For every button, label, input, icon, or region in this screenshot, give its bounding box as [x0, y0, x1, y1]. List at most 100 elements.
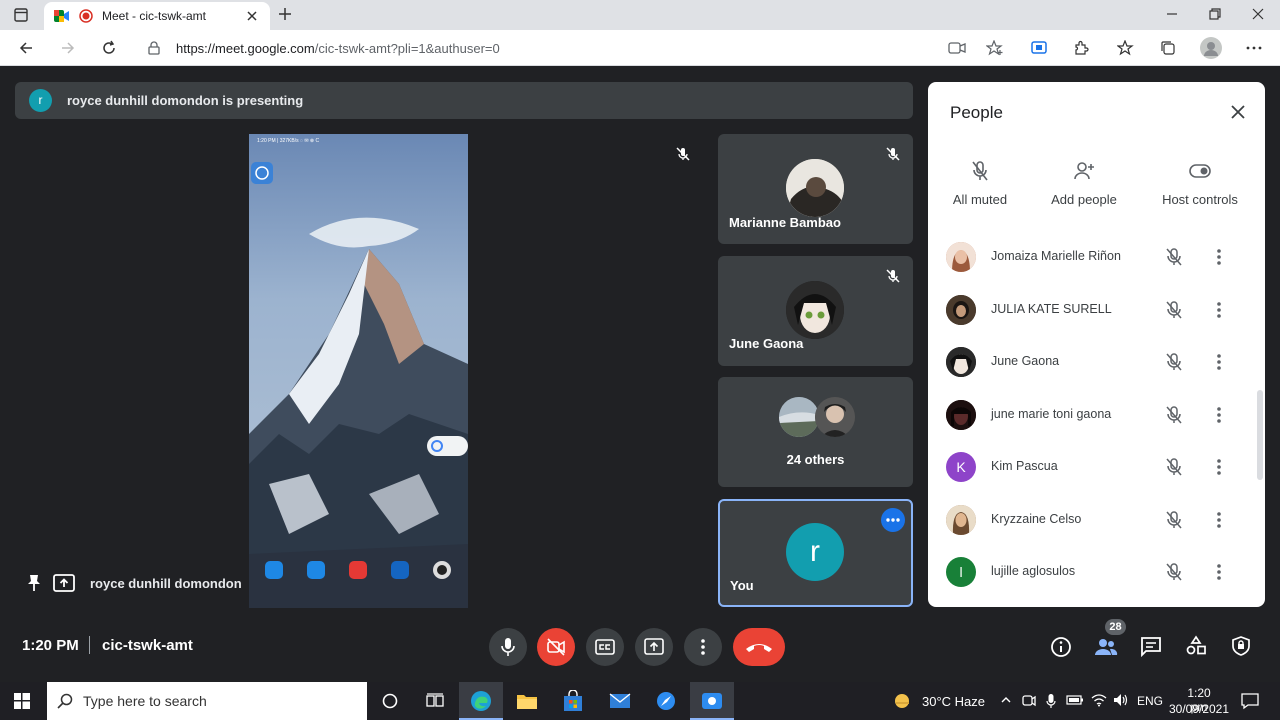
tile-name: You	[730, 578, 754, 593]
participant-row[interactable]: JULIA KATE SURELL	[928, 285, 1258, 335]
host-controls-action[interactable]: Host controls	[1150, 160, 1250, 207]
pin-icon[interactable]	[26, 574, 42, 592]
people-count-badge: 28	[1105, 619, 1126, 635]
capture-app-icon[interactable]	[690, 682, 734, 720]
file-explorer-icon[interactable]	[516, 691, 538, 711]
participant-avatar: l	[946, 557, 976, 587]
notifications-icon[interactable]	[1241, 692, 1259, 710]
wifi-icon[interactable]	[1091, 693, 1107, 707]
mic-off-icon[interactable]	[1164, 300, 1184, 320]
activities-icon[interactable]	[1185, 635, 1207, 657]
presenter-avatar: r	[29, 89, 52, 112]
more-vert-icon[interactable]	[1214, 510, 1224, 530]
present-screen-icon[interactable]	[53, 574, 75, 592]
language-indicator[interactable]: ENG	[1137, 694, 1163, 708]
meeting-details-icon[interactable]	[1050, 636, 1072, 658]
host-controls-icon[interactable]	[1230, 635, 1252, 657]
close-panel-icon[interactable]	[1230, 104, 1246, 120]
add-favorite-icon[interactable]	[986, 40, 1004, 56]
camera-in-use-icon[interactable]	[948, 41, 966, 55]
new-tab-icon[interactable]	[278, 7, 292, 21]
chat-icon[interactable]	[1140, 636, 1162, 658]
participant-row[interactable]: Kryzzaine Celso	[928, 495, 1258, 545]
screen-cast-icon[interactable]	[1031, 40, 1047, 56]
address-bar[interactable]: https://meet.google.com/cic-tswk-amt?pli…	[136, 34, 1003, 62]
close-tab-icon[interactable]	[246, 10, 258, 22]
volume-icon[interactable]	[1113, 693, 1129, 707]
minimize-window-icon[interactable]	[1166, 8, 1178, 20]
mail-icon[interactable]	[609, 692, 631, 710]
forward-icon[interactable]	[60, 40, 76, 56]
browser-tab-meet[interactable]: Meet - cic-tswk-amt	[44, 2, 270, 30]
extensions-icon[interactable]	[1073, 40, 1089, 56]
weather-text[interactable]: 30°C Haze	[922, 694, 985, 709]
mic-off-icon[interactable]	[1164, 562, 1184, 582]
store-icon[interactable]	[563, 690, 583, 712]
more-vert-icon[interactable]	[1214, 405, 1224, 425]
url-text[interactable]: https://meet.google.com/cic-tswk-amt?pli…	[176, 41, 500, 56]
profile-avatar[interactable]	[1200, 37, 1222, 59]
meeting-time: 1:20 PM	[22, 637, 79, 654]
close-window-icon[interactable]	[1252, 8, 1264, 20]
more-options-button[interactable]	[684, 628, 722, 666]
windows-taskbar: Type here to search 30°C Haze ENG 1:20 p…	[0, 682, 1280, 720]
mountain-wallpaper	[249, 134, 468, 608]
task-view-icon[interactable]	[426, 693, 444, 709]
lock-icon[interactable]	[148, 41, 160, 55]
hang-up-icon	[746, 644, 772, 652]
edge-taskbar-icon[interactable]	[459, 682, 503, 720]
settings-more-icon[interactable]	[1246, 40, 1262, 56]
mic-off-icon[interactable]	[1164, 247, 1184, 267]
taskbar-date[interactable]: 30/09/2021	[1168, 702, 1230, 716]
tile-options-icon[interactable]	[881, 508, 905, 532]
participant-tile-you[interactable]: r You	[718, 499, 913, 607]
battery-icon[interactable]	[1066, 694, 1084, 706]
mic-off-icon[interactable]	[1164, 510, 1184, 530]
participant-row[interactable]: l lujille aglosulos	[928, 547, 1258, 597]
all-muted-action[interactable]: All muted	[930, 160, 1030, 207]
participant-row[interactable]: June Gaona	[928, 337, 1258, 387]
shared-screen[interactable]: 1:20 PM | 327KB/s ◌ ✉ ⊗ C	[249, 134, 468, 608]
microphone-tray-icon[interactable]	[1045, 693, 1057, 709]
mic-off-icon[interactable]	[1164, 457, 1184, 477]
participant-tile-others[interactable]: 24 others	[718, 377, 913, 487]
mic-off-icon[interactable]	[1164, 352, 1184, 372]
presenter-name-label: royce dunhill domondon	[90, 576, 242, 591]
leave-call-button[interactable]	[733, 628, 785, 666]
restore-window-icon[interactable]	[1209, 8, 1221, 20]
add-people-action[interactable]: Add people	[1034, 160, 1134, 207]
meet-indicator-icon[interactable]	[1022, 693, 1036, 709]
weather-icon[interactable]	[893, 693, 911, 709]
participant-tile-marianne[interactable]: Marianne Bambao	[718, 134, 913, 244]
taskbar-search-box[interactable]: Type here to search	[47, 682, 367, 720]
people-icon[interactable]	[1094, 636, 1118, 658]
panel-scrollbar[interactable]	[1257, 390, 1263, 480]
more-vert-icon[interactable]	[1214, 352, 1224, 372]
back-icon[interactable]	[18, 40, 34, 56]
mic-off-icon[interactable]	[1164, 405, 1184, 425]
more-vert-icon[interactable]	[1214, 300, 1224, 320]
more-vert-icon	[701, 639, 705, 655]
participant-row[interactable]: june marie toni gaona	[928, 390, 1258, 440]
windows-start-icon[interactable]	[14, 693, 30, 709]
participant-tile-june[interactable]: June Gaona	[718, 256, 913, 366]
captions-button[interactable]	[586, 628, 624, 666]
show-hidden-icons-icon[interactable]	[1000, 694, 1012, 706]
camera-off-icon	[547, 638, 565, 656]
participant-row[interactable]: Jomaiza Marielle Riñon	[928, 232, 1258, 282]
participant-row[interactable]: K Kim Pascua	[928, 442, 1258, 492]
cortana-icon[interactable]	[382, 693, 398, 709]
collections-icon[interactable]	[1160, 40, 1176, 56]
refresh-icon[interactable]	[101, 40, 117, 56]
tab-actions-icon[interactable]	[14, 8, 28, 22]
camera-button[interactable]	[537, 628, 575, 666]
microphone-button[interactable]	[489, 628, 527, 666]
browser-app-icon[interactable]	[656, 691, 676, 711]
more-vert-icon[interactable]	[1214, 562, 1224, 582]
favorites-icon[interactable]	[1117, 40, 1135, 56]
more-vert-icon[interactable]	[1214, 457, 1224, 477]
meeting-code[interactable]: cic-tswk-amt	[102, 637, 193, 654]
present-now-button[interactable]	[635, 628, 673, 666]
more-vert-icon[interactable]	[1214, 247, 1224, 267]
tile-name: 24 others	[786, 452, 845, 467]
